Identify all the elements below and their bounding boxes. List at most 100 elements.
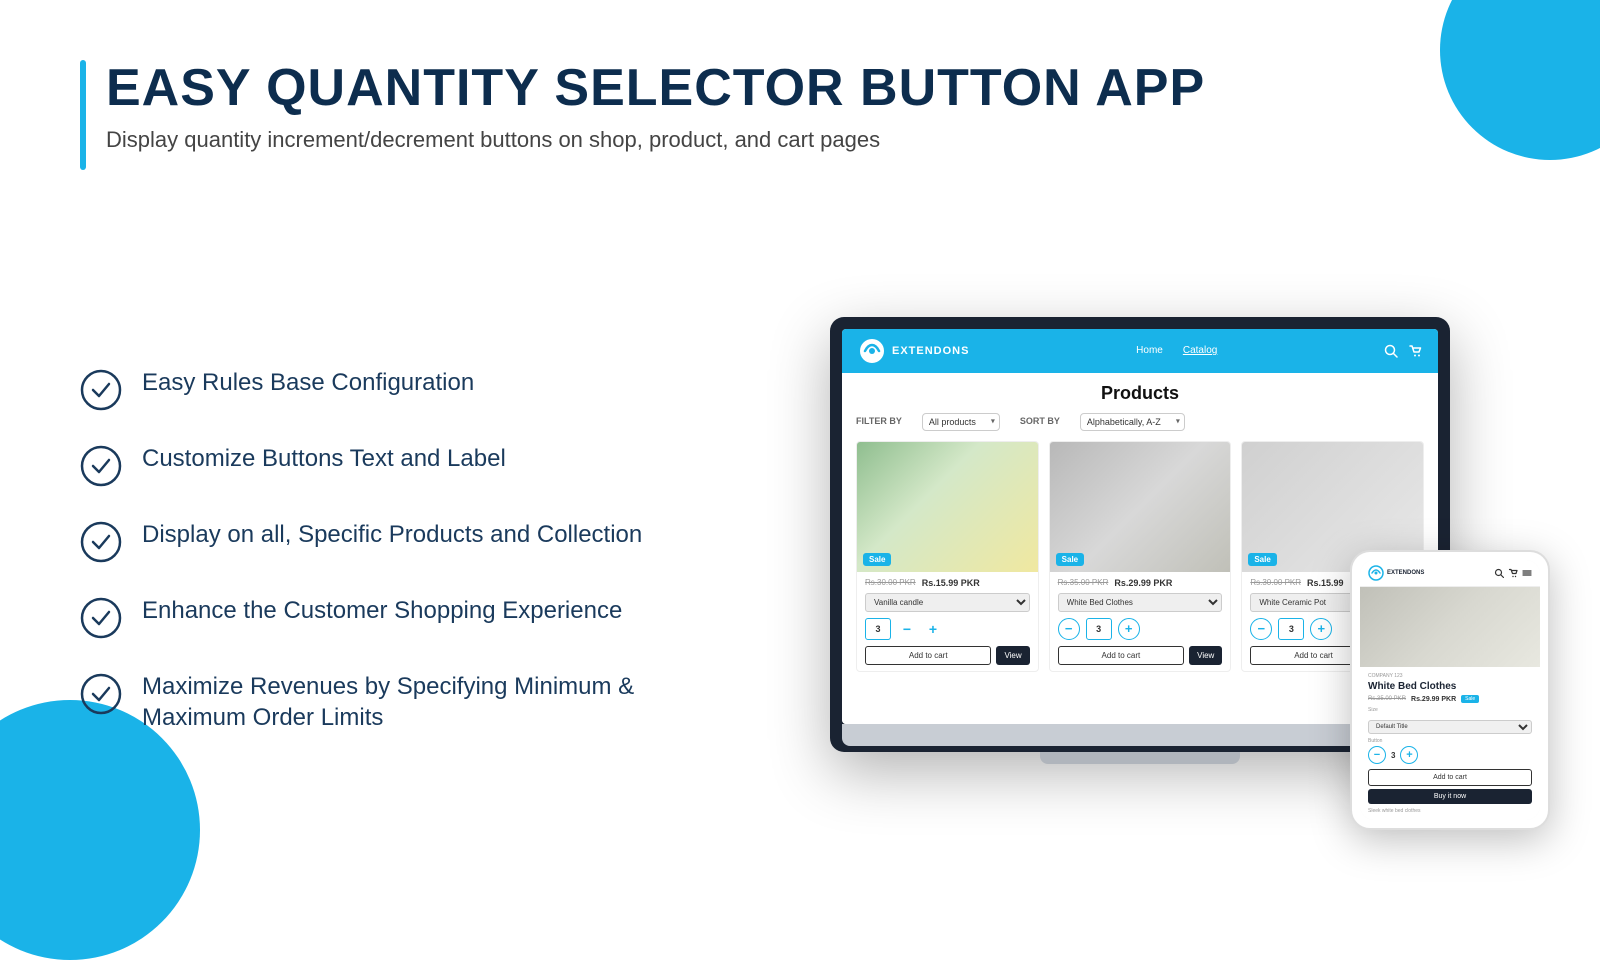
search-icon[interactable] — [1384, 344, 1398, 358]
shop-nav-catalog[interactable]: Catalog — [1183, 345, 1217, 356]
laptop-base — [842, 724, 1438, 746]
checkmark-icon-3 — [80, 521, 122, 563]
qty-decrease-1[interactable]: − — [897, 619, 917, 639]
variant-select-1[interactable]: Vanilla candle — [865, 593, 1030, 612]
checkmark-icon-2 — [80, 445, 122, 487]
feature-text-2: Customize Buttons Text and Label — [142, 443, 506, 474]
product-info-2: Rs.35.00 PKR Rs.29.99 PKR White Bed Clot… — [1050, 572, 1231, 671]
price-old-3: Rs.30.00 PKR — [1250, 578, 1301, 587]
shop-nav-links: Home Catalog — [981, 345, 1372, 356]
phone-menu-icon[interactable] — [1522, 568, 1532, 578]
extendons-logo-icon — [858, 337, 886, 365]
action-row-1: Add to cart View — [865, 646, 1030, 665]
feature-item-3: Display on all, Specific Products and Co… — [80, 519, 720, 563]
feature-text-3: Display on all, Specific Products and Co… — [142, 519, 642, 550]
add-to-cart-1[interactable]: Add to cart — [865, 646, 991, 665]
price-new-2: Rs.29.99 PKR — [1114, 578, 1172, 588]
phone-product-title: White Bed Clothes — [1368, 681, 1532, 692]
sale-badge-2: Sale — [1056, 553, 1084, 566]
laptop-screen-inner: EXTENDONS Home Catalog — [842, 329, 1438, 724]
phone-price-new: Rs.29.99 PKR — [1411, 696, 1456, 703]
qty-value-3: 3 — [1278, 618, 1304, 640]
shop-body: Products FILTER BY All products SORT BY — [842, 373, 1438, 724]
feature-text-4: Enhance the Customer Shopping Experience — [142, 595, 622, 626]
page-title: EASY QUANTITY SELECTOR BUTTON APP — [106, 60, 1205, 117]
checkmark-icon-4 — [80, 597, 122, 639]
view-btn-2[interactable]: View — [1189, 646, 1222, 665]
mockups-section: EXTENDONS Home Catalog — [760, 220, 1520, 860]
phone-price-line: Rs.35.00 PKR Rs.29.99 PKR Sale — [1368, 695, 1532, 703]
phone-variant-select[interactable]: Default Title — [1368, 720, 1532, 734]
add-to-cart-2[interactable]: Add to cart — [1058, 646, 1184, 665]
checkmark-icon-1 — [80, 369, 122, 411]
sort-select-wrap[interactable]: Alphabetically, A-Z — [1080, 412, 1185, 431]
qty-increase-2[interactable]: + — [1118, 618, 1140, 640]
phone-nav-icons — [1494, 568, 1532, 578]
phone-qty-increase[interactable]: + — [1400, 746, 1418, 764]
feature-text-5: Maximize Revenues by Specifying Minimum … — [142, 671, 634, 733]
cart-icon[interactable] — [1408, 344, 1422, 358]
product-info-1: Rs.30.00 PKR Rs.15.99 PKR Vanilla candle — [857, 572, 1038, 671]
sale-badge-3: Sale — [1248, 553, 1276, 566]
phone-size-label: Size — [1368, 707, 1532, 713]
phone-qty-row: − 3 + — [1368, 746, 1532, 764]
shop-nav-icons — [1384, 344, 1422, 358]
phone-mockup: EXTENDONS — [1350, 550, 1550, 830]
phone-search-icon[interactable] — [1494, 568, 1504, 578]
price-old-2: Rs.35.00 PKR — [1058, 578, 1109, 587]
sort-select[interactable]: Alphabetically, A-Z — [1080, 413, 1185, 431]
shop-filters: FILTER BY All products SORT BY — [856, 412, 1424, 431]
feature-item-2: Customize Buttons Text and Label — [80, 443, 720, 487]
qty-decrease-2[interactable]: − — [1058, 618, 1080, 640]
feature-item-5: Maximize Revenues by Specifying Minimum … — [80, 671, 720, 733]
feature-text-1: Easy Rules Base Configuration — [142, 367, 474, 398]
phone-qty-value: 3 — [1391, 751, 1395, 760]
shop-logo: EXTENDONS — [858, 337, 969, 365]
price-new-3: Rs.15.99 — [1307, 578, 1344, 588]
shop-page-title: Products — [856, 383, 1424, 404]
checkmark-icon-5 — [80, 673, 122, 715]
qty-row-2: − 3 + — [1058, 618, 1223, 640]
phone-company-label: COMPANY 123 — [1368, 673, 1532, 679]
phone-nav: EXTENDONS — [1360, 560, 1540, 587]
phone-buy-now[interactable]: Buy it now — [1368, 789, 1532, 804]
view-btn-1[interactable]: View — [996, 646, 1029, 665]
feature-item-1: Easy Rules Base Configuration — [80, 367, 720, 411]
phone-add-to-cart[interactable]: Add to cart — [1368, 769, 1532, 786]
header-text: EASY QUANTITY SELECTOR BUTTON APP Displa… — [106, 60, 1205, 153]
phone-product-body: COMPANY 123 White Bed Clothes Rs.35.00 P… — [1360, 667, 1540, 820]
product-price-2: Rs.35.00 PKR Rs.29.99 PKR — [1058, 578, 1223, 588]
qty-increase-3[interactable]: + — [1310, 618, 1332, 640]
product-image-1: Sale — [857, 442, 1038, 572]
laptop-foot — [1040, 752, 1240, 764]
price-new-1: Rs.15.99 PKR — [922, 578, 980, 588]
phone-logo-icon — [1368, 565, 1384, 581]
header-section: EASY QUANTITY SELECTOR BUTTON APP Displa… — [80, 60, 1520, 170]
product-card-2: Sale Rs.35.00 PKR Rs.29.99 PKR — [1049, 441, 1232, 672]
sale-badge-1: Sale — [863, 553, 891, 566]
qty-value-1: 3 — [865, 618, 891, 640]
action-row-2: Add to cart View — [1058, 646, 1223, 665]
phone-product-img-bg — [1360, 587, 1540, 667]
qty-increase-1[interactable]: + — [923, 619, 943, 639]
product-card-1: Sale Rs.30.00 PKR Rs.15.99 PKR — [856, 441, 1039, 672]
features-section: Easy Rules Base Configuration Customize … — [80, 220, 720, 860]
header-accent-bar — [80, 60, 86, 170]
filter-select-wrap[interactable]: All products — [922, 412, 1000, 431]
filter-by-label: FILTER BY — [856, 416, 902, 426]
phone-button-label: Button — [1368, 738, 1532, 744]
phone-logo-text: EXTENDONS — [1387, 570, 1424, 576]
phone-qty-decrease[interactable]: − — [1368, 746, 1386, 764]
phone-inner: EXTENDONS — [1360, 560, 1540, 820]
phone-cart-icon[interactable] — [1508, 568, 1518, 578]
phone-description: Sleek white bed clothes — [1368, 808, 1532, 814]
sort-by-label: SORT BY — [1020, 416, 1060, 426]
shop-nav-home[interactable]: Home — [1136, 345, 1163, 356]
phone-outer: EXTENDONS — [1350, 550, 1550, 830]
shop-ui: EXTENDONS Home Catalog — [842, 329, 1438, 724]
qty-decrease-3[interactable]: − — [1250, 618, 1272, 640]
phone-sale-badge: Sale — [1461, 695, 1479, 703]
filter-select[interactable]: All products — [922, 413, 1000, 431]
variant-select-2[interactable]: White Bed Clothes — [1058, 593, 1223, 612]
phone-price-old: Rs.35.00 PKR — [1368, 696, 1406, 702]
